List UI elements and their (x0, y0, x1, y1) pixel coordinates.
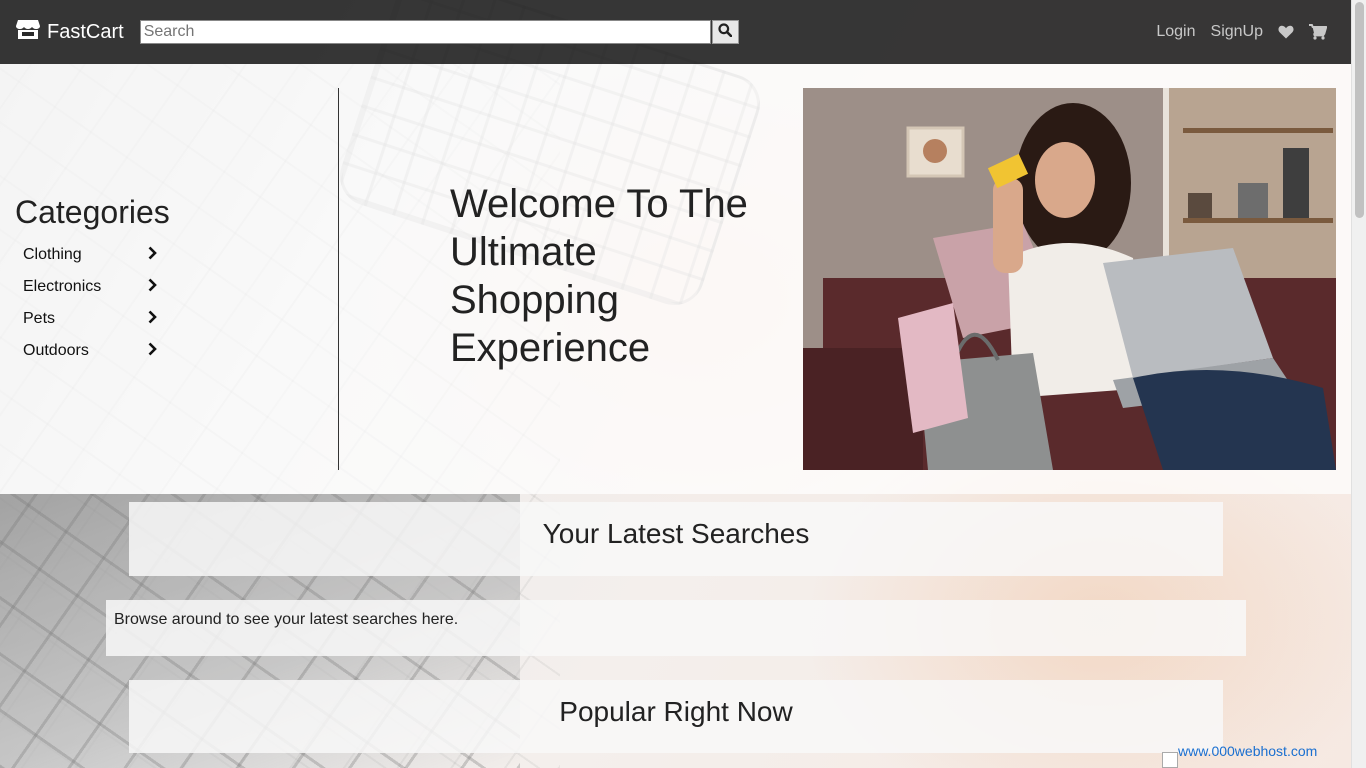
search-input[interactable] (139, 20, 711, 44)
categories-menu: Categories Clothing Electronics Pets Out… (15, 194, 175, 367)
vertical-divider (338, 88, 339, 470)
category-outdoors[interactable]: Outdoors (15, 335, 175, 367)
brand-link[interactable]: FastCart (16, 19, 124, 45)
host-badge-link[interactable]: www.000webhost.com (1162, 743, 1317, 768)
search-form (139, 20, 739, 44)
popular-title: Popular Right Now (559, 696, 793, 727)
category-pets[interactable]: Pets (15, 303, 175, 335)
category-label: Outdoors (23, 342, 89, 359)
category-label: Electronics (23, 278, 102, 295)
heart-icon[interactable] (1278, 25, 1294, 39)
chevron-right-icon (148, 310, 157, 329)
host-badge-text: www.000webhost.com (1178, 743, 1318, 759)
broken-image-icon (1162, 752, 1178, 768)
search-icon (718, 22, 733, 42)
navbar: FastCart Login SignUp (0, 0, 1351, 64)
category-label: Pets (23, 310, 56, 327)
signup-link[interactable]: SignUp (1211, 23, 1263, 41)
hero-image (803, 88, 1336, 470)
search-button[interactable] (711, 20, 739, 44)
chevron-right-icon (148, 278, 157, 297)
latest-searches-title: Your Latest Searches (542, 518, 810, 549)
category-clothing[interactable]: Clothing (15, 239, 175, 271)
cart-icon[interactable] (1309, 24, 1327, 40)
store-icon (16, 19, 47, 45)
category-label: Clothing (23, 246, 82, 263)
latest-searches-body: Browse around to see your latest searche… (106, 600, 1246, 656)
brand-name: FastCart (47, 20, 124, 43)
login-link[interactable]: Login (1156, 23, 1195, 41)
scrollbar-thumb[interactable] (1355, 2, 1364, 218)
nav-right: Login SignUp (1141, 23, 1327, 41)
hero-section: Categories Clothing Electronics Pets Out… (0, 64, 1351, 494)
chevron-right-icon (148, 342, 157, 361)
categories-title: Categories (15, 194, 170, 230)
page-scrollbar[interactable] (1351, 0, 1366, 768)
welcome-heading: Welcome To The Ultimate Shopping Experie… (450, 182, 748, 370)
popular-header: Popular Right Now (129, 680, 1223, 753)
category-electronics[interactable]: Electronics (15, 271, 175, 303)
latest-searches-text: Browse around to see your latest searche… (114, 611, 459, 628)
chevron-right-icon (148, 246, 157, 265)
latest-searches-header: Your Latest Searches (129, 502, 1223, 576)
